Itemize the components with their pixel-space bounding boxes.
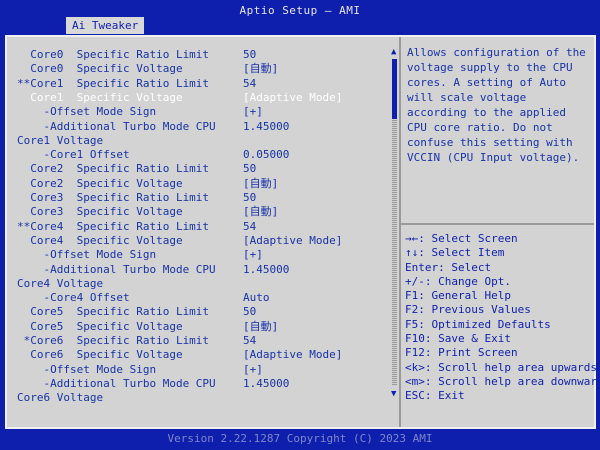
setting-value: 54 [243,219,257,233]
setting-row[interactable]: -Offset Mode Sign [+] [7,248,387,262]
scroll-up-arrow-icon[interactable]: ▲ [391,47,396,57]
setting-label: Core6 Specific Voltage [17,348,183,362]
setting-label: Core0 Specific Voltage [17,62,183,76]
settings-list: Core0 Specific Ratio Limit 50 Core0 Speci… [7,37,401,427]
setting-label: Core0 Specific Ratio Limit [17,48,210,61]
scroll-down-arrow-icon[interactable]: ▼ [391,389,396,399]
help-divider [401,223,594,225]
setting-row[interactable]: Core2 Specific Ratio Limit 50 [7,162,387,176]
setting-row[interactable]: -Additional Turbo Mode CPU 1.45000 [7,377,387,391]
tab-ai-tweaker[interactable]: Ai Tweaker [66,17,145,34]
setting-value: [Adaptive Mode] [243,233,343,247]
setting-value: 1.45000 [243,119,290,133]
setting-label: Core4 Voltage [17,276,104,290]
setting-label: Core6 Voltage [17,391,104,405]
setting-label: -Additional Turbo Mode CPU [17,376,216,390]
section-heading: Core1 Voltage [7,134,387,148]
setting-value: [自動] [243,176,279,190]
key-hint: F5: Optimized Defaults [405,317,551,331]
key-legend: →←: Select Screen ↑↓: Select Item Enter:… [405,232,600,404]
section-heading: Core4 Voltage [7,277,387,291]
setting-label: -Additional Turbo Mode CPU [17,262,216,276]
setting-row[interactable]: -Additional Turbo Mode CPU 1.45000 [7,263,387,277]
main-panel: Core0 Specific Ratio Limit 50 Core0 Speci… [5,35,600,429]
setting-value: [+] [243,105,263,119]
setting-row[interactable]: Core0 Specific Voltage [自動] [7,62,387,76]
setting-row[interactable]: -Core1 Offset 0.05000 [7,148,387,162]
setting-label: -Offset Mode Sign [17,362,157,376]
key-hint: <k>: Scroll help area upwards [405,360,598,374]
setting-label: **Core1 Specific Ratio Limit [17,76,210,90]
setting-row[interactable]: *Core6 Specific Ratio Limit 54 [7,334,387,348]
setting-row[interactable]: Core2 Specific Voltage [自動] [7,177,387,191]
setting-value: 54 [243,76,257,90]
setting-value: [自動] [243,205,279,219]
key-hint: ESC: Exit [405,389,465,403]
setting-label: Core3 Specific Voltage [17,205,183,219]
setting-row[interactable]: Core3 Specific Ratio Limit 50 [7,191,387,205]
setting-value: [Adaptive Mode] [243,90,343,104]
setting-value: 0.05000 [243,148,290,162]
section-heading: Core6 Voltage [7,391,387,405]
setting-row[interactable]: **Core1 Specific Ratio Limit 54 [7,77,387,91]
setting-label: Core5 Specific Ratio Limit [17,305,210,319]
setting-label: Core1 Voltage [17,133,104,147]
key-hint: +/-: Change Opt. [405,274,511,288]
setting-label: Core5 Specific Voltage [17,319,183,333]
key-hint: F1: General Help [405,289,511,303]
setting-value: 1.45000 [243,376,290,390]
setting-value: 50 [243,162,257,176]
setting-label: Core1 Specific Voltage [17,90,183,104]
setting-value: [+] [243,362,263,376]
setting-label: -Offset Mode Sign [17,248,157,262]
setting-value: 50 [243,305,257,319]
setting-value: Auto [243,291,270,305]
setting-row[interactable]: Core5 Specific Voltage [自動] [7,320,387,334]
setting-value: [+] [243,248,263,262]
key-hint: →←: Select Screen [405,232,518,245]
setting-label: Core3 Specific Ratio Limit [17,191,210,204]
setting-label: -Offset Mode Sign [17,105,157,119]
setting-row[interactable]: -Additional Turbo Mode CPU 1.45000 [7,120,387,134]
key-hint: F12: Print Screen [405,346,518,360]
help-pane: Allows configuration of the voltage supp… [401,37,600,427]
setting-label: -Additional Turbo Mode CPU [17,119,216,133]
setting-row[interactable]: Core5 Specific Ratio Limit 50 [7,305,387,319]
key-hint: ↑↓: Select Item [405,246,505,260]
setting-value: 1.45000 [243,262,290,276]
setting-value: 54 [243,334,257,347]
setting-row[interactable]: Core3 Specific Voltage [自動] [7,205,387,219]
key-hint: <m>: Scroll help area downwards [405,374,600,388]
setting-label: -Core4 Offset [17,291,130,305]
key-hint: Enter: Select [405,260,492,274]
setting-value: 50 [243,191,257,204]
setting-row[interactable]: -Core4 Offset Auto [7,291,387,305]
title-bar: Aptio Setup – AMI Ai Tweaker [0,0,600,34]
setting-value: [自動] [243,319,279,333]
setting-label: -Core1 Offset [17,148,130,162]
key-hint: F10: Save & Exit [405,332,511,346]
app-title: Aptio Setup – AMI [239,4,361,17]
setting-label: **Core4 Specific Ratio Limit [17,219,210,233]
setting-label: Core2 Specific Ratio Limit [17,162,210,176]
setting-value: 50 [243,48,257,61]
setting-row[interactable]: **Core4 Specific Ratio Limit 54 [7,220,387,234]
setting-label: Core2 Specific Voltage [17,176,183,190]
setting-label: *Core6 Specific Ratio Limit [17,334,210,347]
help-text: Allows configuration of the voltage supp… [407,46,586,164]
setting-row[interactable]: Core6 Specific Voltage [Adaptive Mode] [7,348,387,362]
footer-version: Version 2.22.1287 Copyright (C) 2023 AMI [0,430,600,450]
setting-label: Core4 Specific Voltage [17,233,183,247]
setting-row[interactable]: -Offset Mode Sign [+] [7,363,387,377]
setting-value: [自動] [243,62,279,76]
setting-row[interactable]: -Offset Mode Sign [+] [7,105,387,119]
setting-value: [Adaptive Mode] [243,348,343,362]
scrollbar-thumb[interactable] [392,59,397,119]
setting-row-selected[interactable]: Core1 Specific Voltage [Adaptive Mode] [7,91,387,105]
key-hint: F2: Previous Values [405,303,531,317]
setting-row[interactable]: Core4 Specific Voltage [Adaptive Mode] [7,234,387,248]
setting-row[interactable]: Core0 Specific Ratio Limit 50 [7,48,387,62]
